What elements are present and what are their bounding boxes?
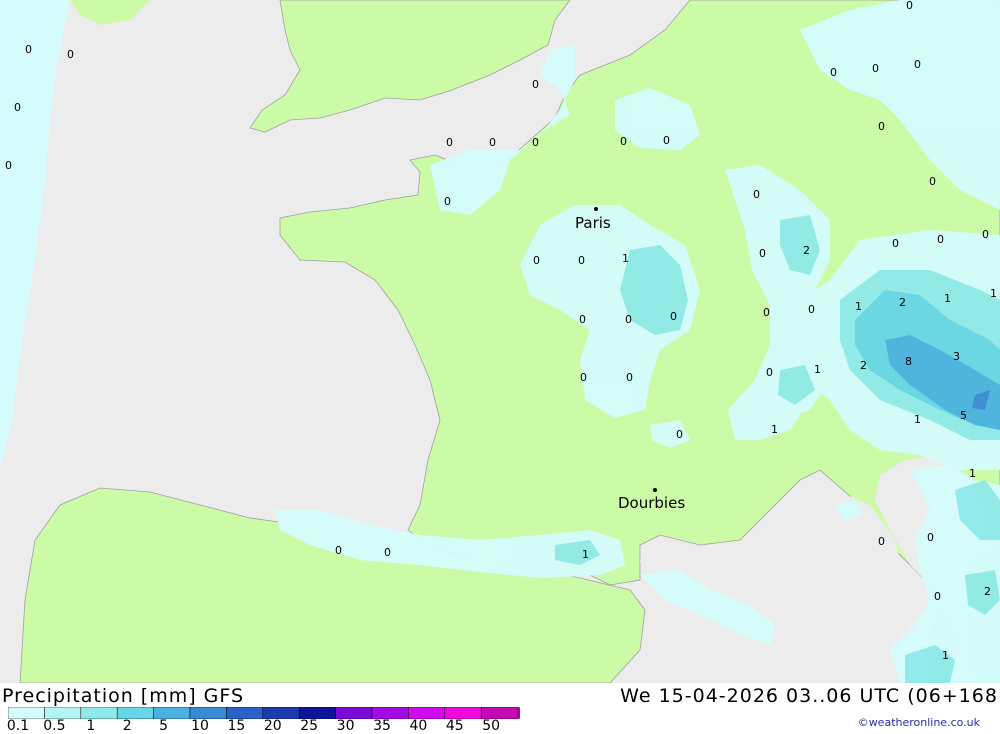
grid-value: 0 — [982, 228, 989, 241]
grid-value: 0 — [335, 544, 342, 557]
grid-value: 0 — [67, 48, 74, 61]
grid-value: 2 — [860, 359, 867, 372]
grid-value: 0 — [766, 366, 773, 379]
grid-value: 0 — [580, 371, 587, 384]
grid-value: 0 — [626, 371, 633, 384]
grid-value: 0 — [872, 62, 879, 75]
grid-value: 3 — [953, 350, 960, 363]
grid-value: 1 — [969, 467, 976, 480]
grid-value: 1 — [582, 548, 589, 561]
grid-value: 0 — [934, 590, 941, 603]
grid-value: 0 — [663, 134, 670, 147]
scale-tick-label: 2 — [122, 718, 132, 734]
grid-value: 0 — [670, 310, 677, 323]
grid-value: 0 — [830, 66, 837, 79]
grid-value: 0 — [620, 135, 627, 148]
grid-value: 2 — [803, 244, 810, 257]
forecast-time: We 15-04-2026 03..06 UTC (06+168 — [620, 685, 998, 707]
scale-arrow — [517, 707, 520, 719]
city-dot-dourbies — [653, 488, 657, 492]
grid-value: 1 — [855, 300, 862, 313]
grid-value: 1 — [944, 292, 951, 305]
grid-value: 0 — [878, 120, 885, 133]
grid-value: 0 — [444, 195, 451, 208]
scale-tick-label: 25 — [300, 718, 319, 734]
map-footer: Precipitation [mm] GFS We 15-04-2026 03.… — [0, 683, 1000, 734]
grid-value: 0 — [759, 247, 766, 260]
scale-tick-label: 35 — [373, 718, 391, 734]
grid-value: 8 — [905, 355, 912, 368]
scale-tick-label: 45 — [445, 718, 464, 734]
grid-value: 0 — [578, 254, 585, 267]
city-label-dourbies: Dourbies — [618, 494, 685, 512]
grid-value: 0 — [532, 136, 539, 149]
grid-value: 0 — [929, 175, 936, 188]
grid-value: 0 — [489, 136, 496, 149]
grid-value: 0 — [937, 233, 944, 246]
grid-value: 0 — [446, 136, 453, 149]
scale-tick-label: 40 — [409, 718, 428, 734]
city-dot-paris — [594, 207, 598, 211]
grid-value: 1 — [990, 287, 997, 300]
grid-value: 1 — [814, 363, 821, 376]
grid-value: 1 — [771, 423, 778, 436]
grid-value: 0 — [927, 531, 934, 544]
grid-value: 0 — [914, 58, 921, 71]
scale-tick-label: 0.1 — [6, 718, 30, 734]
grid-value: 1 — [942, 649, 949, 662]
scale-tick-label: 50 — [482, 718, 501, 734]
grid-value: 0 — [384, 546, 391, 559]
grid-value: 0 — [579, 313, 586, 326]
grid-value: 0 — [25, 43, 32, 56]
grid-value: 0 — [14, 101, 21, 114]
grid-value: 0 — [808, 303, 815, 316]
city-label-paris: Paris — [575, 214, 611, 232]
grid-value: 5 — [960, 409, 967, 422]
scale-tick-label: 15 — [227, 718, 246, 734]
grid-value: 0 — [763, 306, 770, 319]
scale-tick-label: 20 — [263, 718, 282, 734]
grid-value: 0 — [676, 428, 683, 441]
grid-value: 2 — [899, 296, 906, 309]
map-title: Precipitation [mm] GFS — [2, 685, 245, 707]
grid-value: 0 — [532, 78, 539, 91]
grid-value: 1 — [914, 413, 921, 426]
grid-value: 0 — [5, 159, 12, 172]
grid-value: 0 — [753, 188, 760, 201]
scale-tick-label: 5 — [159, 718, 169, 734]
scale-tick-label: 30 — [336, 718, 355, 734]
scale-tick-label: 10 — [191, 718, 209, 734]
grid-value: 0 — [533, 254, 540, 267]
scale-tick-label: 0.5 — [43, 718, 66, 734]
grid-value: 0 — [906, 0, 913, 12]
grid-value: 0 — [892, 237, 899, 250]
scale-tick-label: 1 — [86, 718, 96, 734]
precipitation-map: 0 0 0 0 0 0 0 0 0 0 0 0 0 0 0 0 0 2 0 0 … — [0, 0, 1000, 683]
grid-value: 0 — [878, 535, 885, 548]
grid-value: 2 — [984, 585, 991, 598]
grid-value: 1 — [622, 252, 629, 265]
grid-value: 0 — [625, 313, 632, 326]
credit-link[interactable]: ©weatheronline.co.uk — [858, 716, 980, 729]
